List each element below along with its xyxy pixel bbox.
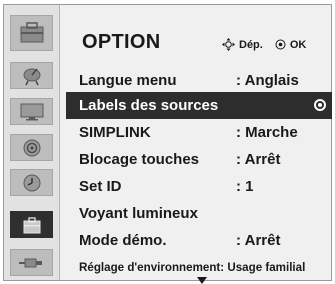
move-hint: Dép. <box>222 38 263 51</box>
menu-item-label: Labels des sources <box>79 97 219 114</box>
menu-item-value: : Anglais <box>236 72 299 89</box>
sidebar-item-time[interactable] <box>10 169 53 196</box>
menu-item-label: Blocage touches <box>79 151 200 168</box>
menu-item-key-lock[interactable]: Blocage touches : Arrêt <box>66 146 332 173</box>
menu-item-value: : Arrêt <box>236 151 281 168</box>
menu-item-set-id[interactable]: Set ID : 1 <box>66 173 332 200</box>
menu-item-value: : Marche <box>236 124 298 141</box>
ok-button-icon <box>275 39 286 50</box>
four-way-arrow-icon <box>222 38 235 51</box>
scroll-down-arrow-icon[interactable] <box>197 277 207 284</box>
tv-menu-screen: OPTION Dép. OK Langue menu: Anglais Lab… <box>0 0 335 284</box>
category-sidebar <box>4 5 60 280</box>
menu-item-label: Réglage d'environnement <box>79 261 221 274</box>
navigation-hints: Dép. OK <box>222 38 306 51</box>
sidebar-item-option[interactable] <box>10 211 53 238</box>
menu-item-input-labels[interactable]: Labels des sources <box>66 92 332 119</box>
ok-hint-label: OK <box>289 38 307 51</box>
menu-item-label: Voyant lumineux <box>79 205 198 222</box>
menu-item-value: : Arrêt <box>236 232 281 249</box>
sidebar-item-setup[interactable] <box>10 15 53 51</box>
option-toolbox-icon <box>22 216 42 234</box>
menu-item-simplink[interactable]: SIMPLINK : Marche <box>66 119 332 146</box>
setup-icon <box>19 21 45 45</box>
audio-speaker-icon <box>22 138 42 158</box>
menu-item-label: Langue menu <box>79 72 177 89</box>
ok-hint: OK <box>275 38 307 51</box>
menu-item-label: Set ID <box>79 178 122 195</box>
clock-icon <box>22 173 42 193</box>
picture-monitor-icon <box>20 103 44 121</box>
menu-item-power-indicator[interactable]: Voyant lumineux <box>66 200 332 227</box>
sidebar-item-input[interactable] <box>10 249 53 276</box>
menu-item-label: Mode démo. <box>79 232 167 249</box>
sidebar-item-picture[interactable] <box>10 98 53 125</box>
menu-item-demo-mode[interactable]: Mode démo. : Arrêt <box>66 227 332 254</box>
input-plug-icon <box>18 256 45 270</box>
sidebar-item-channel[interactable] <box>10 62 53 89</box>
menu-item-value: : Usage familial <box>220 261 306 274</box>
menu-title: OPTION <box>82 31 161 53</box>
option-menu-panel: OPTION Dép. OK Langue menu: Anglais Lab… <box>3 4 332 284</box>
move-hint-label: Dép. <box>239 38 263 51</box>
sidebar-item-audio[interactable] <box>10 134 53 161</box>
menu-item-label: SIMPLINK <box>79 124 151 141</box>
satellite-dish-icon <box>21 66 43 86</box>
select-radio-icon <box>314 99 326 111</box>
menu-item-language[interactable]: Langue menu : Anglais <box>66 67 332 94</box>
menu-item-value: : 1 <box>236 178 254 195</box>
